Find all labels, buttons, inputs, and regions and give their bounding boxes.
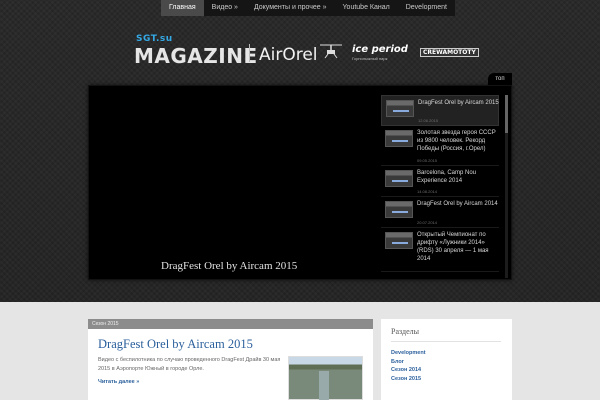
sidebar-category-list: Development Блог Сезон 2014 Сезон 2015: [391, 349, 426, 383]
logo-magazine: MAGAZINE: [134, 44, 258, 68]
slide-item-title: DragFest Orel by Aircam 2014: [417, 201, 498, 207]
slide-item[interactable]: DragFest Orel by Aircam 2015 12.06.2015: [381, 95, 499, 126]
slide-item[interactable]: Золотая звезда героя СССР из 9800 челове…: [381, 126, 499, 166]
slide-item-title: Золотая звезда героя СССР из 9800 челове…: [417, 130, 496, 152]
drone-icon: [318, 42, 344, 65]
slide-item[interactable]: Barcelona, Camp Nou Experience 2014 14.0…: [381, 166, 499, 197]
sidebar-item-blog[interactable]: Блог: [391, 358, 426, 367]
slide-item[interactable]: DragFest Orel by Aircam 2014 20.07.2014: [381, 197, 499, 228]
slide-thumbnail: [385, 170, 413, 187]
read-more-link[interactable]: Читать далее »: [98, 379, 139, 385]
slide-thumbnail: [385, 232, 413, 249]
slide-list-scrollbar[interactable]: [505, 95, 508, 278]
top-navigation: Главная Видео » Документы и прочее » You…: [161, 0, 455, 16]
slide-thumbnail: [385, 130, 413, 147]
nav-item-documents[interactable]: Документы и прочее »: [246, 0, 335, 16]
sidebar-divider: [391, 341, 501, 342]
slide-item[interactable]: Открытый Чемпионат по дрифту «Лужники 20…: [381, 228, 499, 272]
slide-item-title: DragFest Orel by Aircam 2015: [418, 100, 499, 106]
post-title[interactable]: DragFest Orel by Aircam 2015: [98, 337, 253, 352]
top-tab[interactable]: топ: [488, 73, 512, 85]
logo-ice-period-subtitle: Горнолыжный парк: [352, 56, 388, 61]
post-excerpt: Видео с беспилотника по случаю проведенн…: [98, 357, 281, 372]
logo-site-name: SGT.su: [136, 34, 173, 44]
post-category[interactable]: Сезон 2015: [88, 319, 373, 329]
slide-item-title: Barcelona, Camp Nou Experience 2014: [417, 170, 477, 184]
slide-item-date: 14.08.2014: [417, 189, 438, 194]
slide-thumbnail: [385, 201, 413, 218]
sidebar-widget: Разделы Development Блог Сезон 2014 Сезо…: [381, 319, 512, 400]
nav-item-youtube[interactable]: Youtube Канал: [335, 0, 398, 16]
sidebar-item-season-2014[interactable]: Сезон 2014: [391, 366, 426, 375]
post-thumbnail[interactable]: [288, 356, 363, 400]
slide-item-title: Открытый Чемпионат по дрифту «Лужники 20…: [417, 232, 489, 262]
nav-item-home[interactable]: Главная: [161, 0, 204, 16]
sidebar-item-development[interactable]: Development: [391, 349, 426, 358]
logo-separator: [249, 44, 250, 62]
slide-thumbnail: [386, 100, 414, 117]
runway-strip: [319, 371, 329, 400]
logo-airorel: AirOrel: [259, 45, 318, 65]
logo-crew: CREWAMOTOTY: [420, 48, 479, 57]
slide-item-date: 12.06.2015: [418, 118, 439, 123]
sidebar-title: Разделы: [391, 327, 420, 336]
nav-item-video[interactable]: Видео »: [204, 0, 246, 16]
post-card: Сезон 2015 DragFest Orel by Aircam 2015 …: [88, 319, 373, 400]
featured-slider: DragFest Orel by Aircam 2015 DragFest Or…: [88, 85, 512, 280]
slide-item-date: 20.07.2014: [417, 220, 438, 225]
slide-list: DragFest Orel by Aircam 2015 12.06.2015 …: [381, 95, 501, 278]
slide-item-date: 09.05.2015: [417, 158, 438, 163]
logo-ice-period: ice period: [352, 44, 408, 55]
site-logo[interactable]: SGT.su MAGAZINE AirOrel ice period Горно…: [134, 34, 479, 68]
scrollbar-thumb[interactable]: [505, 95, 508, 133]
nav-item-development[interactable]: Development: [398, 0, 455, 16]
sidebar-item-season-2015[interactable]: Сезон 2015: [391, 375, 426, 384]
slide-main-title[interactable]: DragFest Orel by Aircam 2015: [161, 260, 297, 272]
